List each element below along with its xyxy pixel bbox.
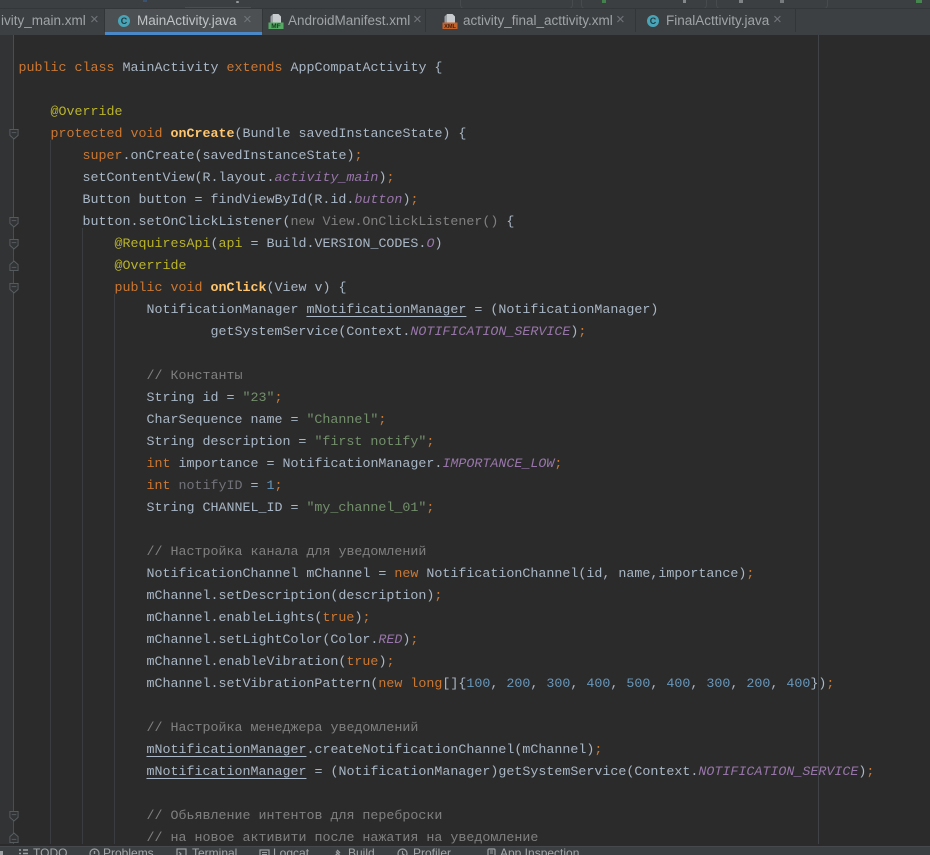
svg-text:XML: XML	[444, 24, 456, 29]
svg-text:MF: MF	[271, 23, 280, 29]
